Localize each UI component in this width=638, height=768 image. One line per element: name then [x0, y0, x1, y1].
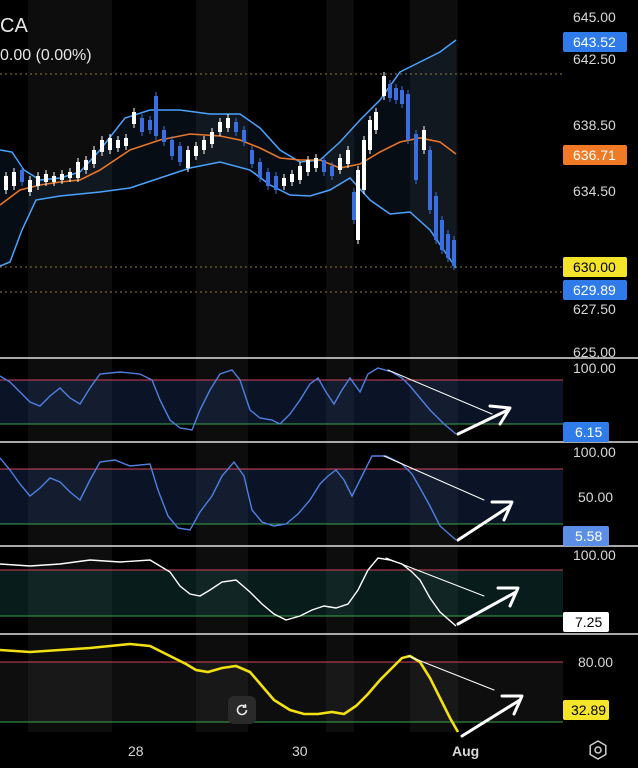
candle: [414, 130, 418, 184]
candle: [434, 192, 438, 244]
symbol-header[interactable]: CA 0.00 (0.00%): [0, 14, 92, 68]
session-band: [326, 0, 354, 732]
axis-tick: 634.50: [573, 183, 616, 199]
time-axis[interactable]: 28 30 Aug: [128, 743, 479, 759]
candle: [440, 216, 444, 254]
price-tag-last-label: 630.00: [573, 259, 616, 275]
candle: [382, 72, 386, 100]
osc4-zone: [0, 662, 563, 722]
axis-tick: 50.00: [578, 489, 613, 505]
candle: [452, 236, 456, 270]
axis-tick: 100.00: [573, 547, 616, 563]
symbol-name: CA: [0, 15, 28, 37]
price-tag-lower-label: 629.89: [573, 282, 616, 298]
candle: [154, 92, 158, 140]
axis-tick: 645.00: [573, 9, 616, 25]
axis-tick: 100.00: [573, 360, 616, 376]
axis-tick: 625.00: [573, 344, 616, 360]
axis-tick: 638.50: [573, 117, 616, 133]
osc4-value: 32.89: [571, 702, 606, 718]
price-tag-ma-fast-label: 643.52: [573, 34, 616, 50]
candle: [422, 126, 426, 154]
time-tick: 30: [292, 743, 308, 759]
candle: [352, 188, 356, 224]
axis-tick: 627.50: [573, 301, 616, 317]
gear-icon[interactable]: [588, 740, 608, 760]
osc1-value: 6.15: [575, 424, 602, 440]
osc3-value: 7.25: [575, 614, 602, 630]
candle: [406, 90, 410, 144]
osc1-zone: [0, 380, 563, 424]
osc2-zone: [0, 469, 563, 524]
session-band: [196, 0, 248, 732]
axis-tick: 642.50: [573, 51, 616, 67]
reset-chart-button[interactable]: [228, 696, 256, 724]
session-band: [28, 0, 112, 732]
osc3-zone: [0, 570, 563, 616]
candle: [428, 146, 432, 214]
reset-icon: [236, 704, 248, 716]
price-change: 0.00 (0.00%): [0, 47, 92, 64]
candle: [356, 166, 360, 244]
axis-tick: 80.00: [578, 654, 613, 670]
price-tag-ma-slow-label: 636.71: [573, 147, 616, 163]
chart-canvas[interactable]: 645.00 642.50 638.50 634.50 627.50 625.0…: [0, 0, 638, 768]
osc2-value: 5.58: [575, 528, 602, 544]
candle: [446, 230, 450, 262]
candle: [368, 116, 372, 154]
axis-tick: 100.00: [573, 444, 616, 460]
candle: [362, 136, 366, 194]
oscillator-axes[interactable]: 100.00 6.15 100.00 50.00 5.58 100.00 7.2…: [563, 360, 616, 720]
time-tick: 28: [128, 743, 144, 759]
time-tick: Aug: [452, 743, 479, 759]
price-axis[interactable]: 645.00 642.50 638.50 634.50 627.50 625.0…: [563, 9, 627, 360]
